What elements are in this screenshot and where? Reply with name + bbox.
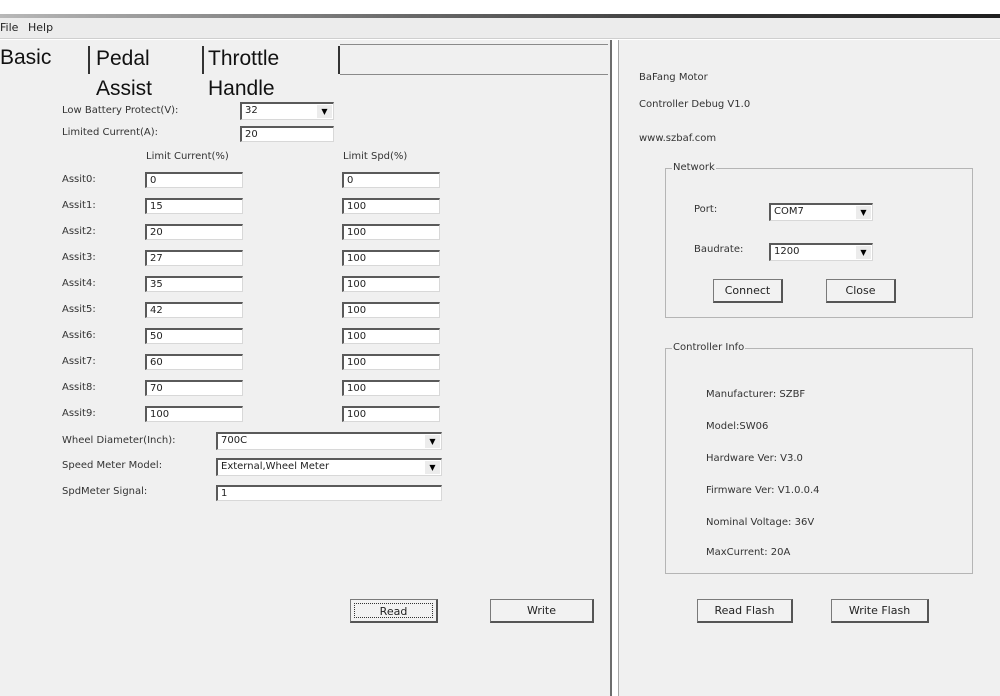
port-select[interactable]: COM7 ▼: [769, 203, 873, 221]
chevron-down-icon[interactable]: ▼: [317, 105, 332, 118]
assist-spd-input[interactable]: 100: [342, 302, 440, 318]
tab-separator: [338, 46, 340, 74]
controller-info-group: Controller Info Manufacturer: SZBF Model…: [665, 342, 973, 574]
tab-top-line: [340, 44, 608, 45]
max-current-text: MaxCurrent: 20A: [706, 547, 791, 558]
wheel-diameter-label: Wheel Diameter(Inch):: [62, 435, 176, 446]
read-flash-button[interactable]: Read Flash: [697, 599, 793, 623]
assist-spd-input[interactable]: 100: [342, 198, 440, 214]
assist-spd-input[interactable]: 100: [342, 250, 440, 266]
menu-help[interactable]: Help: [28, 21, 53, 34]
assist-spd-input[interactable]: 100: [342, 276, 440, 292]
assist-label: Assit3:: [62, 252, 96, 263]
write-button[interactable]: Write: [490, 599, 594, 623]
assist-spd-input[interactable]: 100: [342, 406, 440, 422]
port-label: Port:: [694, 204, 718, 215]
tab-separator: [88, 46, 90, 74]
wheel-diameter-select[interactable]: 700C ▼: [216, 432, 442, 450]
read-button-label: Read: [354, 603, 433, 618]
chevron-down-icon[interactable]: ▼: [856, 206, 871, 219]
assist-spd-input[interactable]: 100: [342, 224, 440, 240]
assist-label: Assit1:: [62, 200, 96, 211]
limit-current-header: Limit Current(%): [146, 151, 229, 162]
limited-current-input[interactable]: 20: [240, 126, 334, 142]
write-flash-button[interactable]: Write Flash: [831, 599, 929, 623]
firmware-version-text: Firmware Ver: V1.0.0.4: [706, 485, 820, 496]
tab-basic[interactable]: Basic: [0, 40, 88, 76]
assist-current-input[interactable]: 27: [145, 250, 243, 266]
low-battery-label: Low Battery Protect(V):: [62, 105, 179, 116]
tab-throttle-handle[interactable]: Throttle Handle: [208, 44, 338, 100]
speed-meter-value: External,Wheel Meter: [221, 461, 330, 472]
assist-label: Assit4:: [62, 278, 96, 289]
low-battery-select[interactable]: 32 ▼: [240, 102, 334, 120]
assist-spd-input[interactable]: 100: [342, 380, 440, 396]
nominal-voltage-text: Nominal Voltage: 36V: [706, 517, 815, 528]
assist-current-input[interactable]: 15: [145, 198, 243, 214]
tab-pedal-assist[interactable]: Pedal Assist: [96, 44, 200, 100]
assist-label: Assit0:: [62, 174, 96, 185]
baudrate-value: 1200: [774, 246, 800, 257]
close-button[interactable]: Close: [826, 279, 896, 303]
assist-current-input[interactable]: 50: [145, 328, 243, 344]
chevron-down-icon[interactable]: ▼: [425, 461, 440, 474]
menu-bar: File Help: [0, 18, 1000, 39]
manufacturer-text: Manufacturer: SZBF: [706, 389, 806, 400]
hardware-version-text: Hardware Ver: V3.0: [706, 453, 803, 464]
controller-info-title: Controller Info: [672, 342, 746, 353]
assist-current-input[interactable]: 35: [145, 276, 243, 292]
limited-current-label: Limited Current(A):: [62, 127, 159, 138]
assist-label: Assit6:: [62, 330, 96, 341]
assist-label: Assit5:: [62, 304, 96, 315]
spd-signal-input[interactable]: 1: [216, 485, 442, 501]
limit-spd-header: Limit Spd(%): [343, 151, 408, 162]
assist-label: Assit9:: [62, 408, 96, 419]
assist-label: Assit8:: [62, 382, 96, 393]
assist-current-input[interactable]: 0: [145, 172, 243, 188]
brand-text: BaFang Motor: [639, 72, 708, 83]
assist-spd-input[interactable]: 100: [342, 354, 440, 370]
network-group-title: Network: [672, 162, 716, 173]
assist-spd-input[interactable]: 0: [342, 172, 440, 188]
chevron-down-icon[interactable]: ▼: [425, 435, 440, 448]
wheel-diameter-value: 700C: [221, 435, 248, 446]
assist-current-input[interactable]: 100: [145, 406, 243, 422]
left-panel: Basic Pedal Assist Throttle Handle Low B…: [0, 40, 612, 696]
spd-signal-label: SpdMeter Signal:: [62, 486, 148, 497]
assist-label: Assit2:: [62, 226, 96, 237]
connect-button[interactable]: Connect: [713, 279, 783, 303]
tab-bottom-line: [340, 74, 608, 75]
speed-meter-select[interactable]: External,Wheel Meter ▼: [216, 458, 442, 476]
read-button[interactable]: Read: [350, 599, 438, 623]
assist-current-input[interactable]: 20: [145, 224, 243, 240]
baudrate-label: Baudrate:: [694, 244, 744, 255]
assist-current-input[interactable]: 70: [145, 380, 243, 396]
assist-spd-input[interactable]: 100: [342, 328, 440, 344]
website-text: www.szbaf.com: [639, 133, 717, 144]
assist-current-input[interactable]: 42: [145, 302, 243, 318]
right-panel: BaFang Motor Controller Debug V1.0 www.s…: [618, 40, 1000, 696]
chevron-down-icon[interactable]: ▼: [856, 246, 871, 259]
debug-version-text: Controller Debug V1.0: [639, 99, 751, 110]
low-battery-value: 32: [245, 105, 258, 116]
assist-current-input[interactable]: 60: [145, 354, 243, 370]
tab-separator: [202, 46, 204, 74]
assist-label: Assit7:: [62, 356, 96, 367]
network-group: Network Port: COM7 ▼ Baudrate: 1200 ▼ Co…: [665, 162, 973, 318]
baudrate-select[interactable]: 1200 ▼: [769, 243, 873, 261]
speed-meter-label: Speed Meter Model:: [62, 460, 163, 471]
menu-file[interactable]: File: [0, 21, 18, 34]
model-text: Model:SW06: [706, 421, 769, 432]
port-value: COM7: [774, 206, 804, 217]
title-bar-strip: [0, 0, 1000, 18]
